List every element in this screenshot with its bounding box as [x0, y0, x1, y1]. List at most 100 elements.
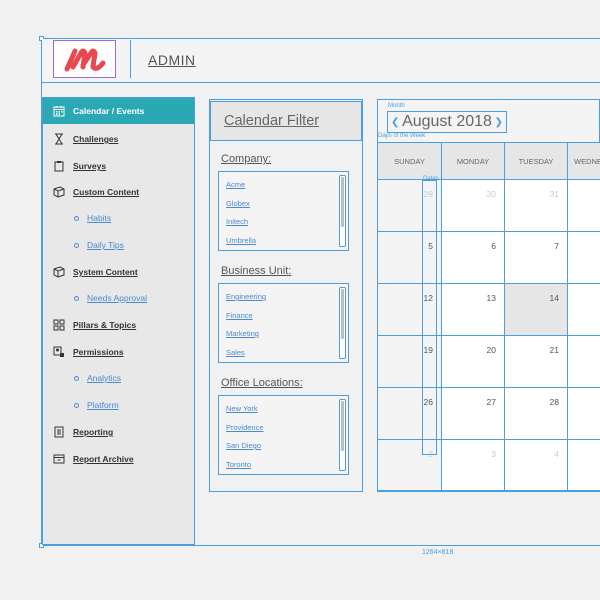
calendar-day-number: 20	[486, 345, 496, 355]
days-of-week-annotation: Days of the Week	[378, 133, 426, 139]
office-locations-heading: Office Locations:	[221, 377, 303, 389]
scrollbar-thumb[interactable]	[341, 401, 344, 451]
calendar-day-cell[interactable]	[568, 232, 600, 284]
sidebar-subitem-label: Analytics	[87, 373, 122, 383]
calendar-day-number: 19	[423, 345, 433, 355]
company-scrollbar[interactable]	[339, 175, 346, 247]
header-divider	[130, 40, 131, 78]
calendar-day-cell[interactable]: 13	[442, 284, 505, 336]
dates-annotation: Dates	[423, 176, 439, 182]
sidebar-item-challenges[interactable]: Challenges	[43, 126, 194, 152]
office-location-option[interactable]: Toronto	[226, 460, 251, 469]
day-header-tuesday: TUESDAY	[505, 143, 568, 180]
calendar-day-number: 27	[486, 397, 496, 407]
office-location-option[interactable]: New York	[226, 404, 258, 413]
office-locations-scrollbar[interactable]	[339, 399, 346, 471]
calendar-day-cell[interactable]: 4	[505, 440, 568, 491]
sidebar-item-calendar-events[interactable]: Calendar / Events	[43, 98, 194, 124]
sidebar-item-reporting[interactable]: Reporting	[43, 419, 194, 445]
admin-link[interactable]: ADMIN	[148, 52, 196, 68]
company-heading: Company:	[221, 153, 272, 165]
document-icon	[53, 426, 65, 438]
business-unit-scrollbar[interactable]	[339, 287, 346, 359]
calendar-day-cell[interactable]: 29	[378, 180, 442, 232]
sidebar-subitem-label: Needs Approval	[87, 293, 148, 303]
business-unit-option[interactable]: Marketing	[226, 329, 259, 338]
sidebar-item-label: Reporting	[73, 427, 114, 437]
grid-icon	[53, 319, 65, 331]
chevron-left-icon[interactable]: ❮	[391, 117, 399, 128]
bullet-icon	[74, 375, 79, 381]
chevron-right-icon[interactable]: ❯	[495, 117, 503, 128]
sidebar-subitem-needs-approval[interactable]: Needs Approval	[43, 288, 194, 308]
calendar-day-cell[interactable]: 26	[378, 388, 442, 440]
calendar-day-cell[interactable]: 5	[378, 232, 442, 284]
calendar-day-number: 4	[554, 449, 559, 459]
calendar-day-cell[interactable]	[568, 284, 600, 336]
calendar-day-cell[interactable]	[568, 180, 600, 232]
sidebar-subitem-habits[interactable]: Habits	[43, 208, 194, 228]
sidebar-item-custom-content[interactable]: Custom Content	[43, 179, 194, 205]
day-header-wednesday: WEDNESDAY	[574, 157, 600, 166]
calendar-day-cell[interactable]	[568, 388, 600, 440]
business-unit-option[interactable]: Engineering	[226, 292, 266, 301]
calendar-day-cell[interactable]	[568, 336, 600, 388]
calendar-day-cell[interactable]: 6	[442, 232, 505, 284]
sidebar-item-label: Permissions	[73, 347, 124, 357]
cube-icon	[53, 186, 65, 198]
business-unit-option[interactable]: Finance	[226, 311, 253, 320]
calendar-day-cell[interactable]: 20	[442, 336, 505, 388]
scrollbar-thumb[interactable]	[341, 289, 344, 339]
company-listbox[interactable]: Acme Globex Initech Umbrella	[218, 171, 349, 251]
calendar-icon	[53, 105, 65, 117]
office-location-option[interactable]: San Diego	[226, 441, 261, 450]
bullet-icon	[74, 242, 79, 248]
calendar-day-cell[interactable]: 27	[442, 388, 505, 440]
scrollbar-thumb[interactable]	[341, 177, 344, 227]
calendar-day-number: 5	[428, 241, 433, 251]
sidebar-item-system-content[interactable]: System Content	[43, 259, 194, 285]
bullet-icon	[74, 402, 79, 408]
sidebar-item-label: Report Archive	[73, 454, 134, 464]
brand-logo[interactable]	[53, 40, 116, 78]
office-locations-listbox[interactable]: New York Providence San Diego Toronto	[218, 395, 349, 475]
days-of-week-header: SUNDAY MONDAY TUESDAY WEDNESDAY	[378, 142, 600, 180]
sidebar-item-label: Pillars & Topics	[73, 320, 137, 330]
sidebar-item-label: Challenges	[73, 134, 119, 144]
sidebar-subitem-analytics[interactable]: Analytics	[43, 368, 194, 388]
calendar-day-number: 12	[423, 293, 433, 303]
calendar-day-number: 3	[491, 449, 496, 459]
sidebar-item-label: System Content	[73, 267, 138, 277]
calendar-day-cell[interactable]: 14	[505, 284, 568, 336]
company-option[interactable]: Globex	[226, 199, 250, 208]
company-option[interactable]: Initech	[226, 217, 248, 226]
calendar-day-cell[interactable]: 30	[442, 180, 505, 232]
office-location-option[interactable]: Providence	[226, 423, 264, 432]
business-unit-heading: Business Unit:	[221, 265, 292, 277]
calendar-day-cell[interactable]: 7	[505, 232, 568, 284]
calendar-day-number: 31	[549, 189, 559, 199]
business-unit-listbox[interactable]: Engineering Finance Marketing Sales	[218, 283, 349, 363]
sidebar-item-report-archive[interactable]: Report Archive	[43, 446, 194, 472]
sidebar-item-surveys[interactable]: Surveys	[43, 153, 194, 179]
sidebar-subitem-platform[interactable]: Platform	[43, 395, 194, 415]
sidebar-nav: Calendar / Events Challenges Surveys Cus…	[42, 97, 195, 545]
sidebar-item-pillars-topics[interactable]: Pillars & Topics	[43, 312, 194, 338]
calendar-day-cell[interactable]: 19	[378, 336, 442, 388]
business-unit-option[interactable]: Sales	[226, 348, 245, 357]
calendar-day-cell[interactable]: 12	[378, 284, 442, 336]
calendar-day-cell[interactable]: 3	[442, 440, 505, 491]
company-option[interactable]: Acme	[226, 180, 245, 189]
header	[42, 39, 600, 83]
calendar-day-cell[interactable]: 31	[505, 180, 568, 232]
archive-icon	[53, 453, 65, 465]
sidebar-subitem-daily-tips[interactable]: Daily Tips	[43, 235, 194, 255]
sidebar-subitem-label: Daily Tips	[87, 240, 124, 250]
calendar-day-cell[interactable]: 2	[378, 440, 442, 491]
calendar-day-cell[interactable]: 28	[505, 388, 568, 440]
company-option[interactable]: Umbrella	[226, 236, 256, 245]
sidebar-item-permissions[interactable]: Permissions	[43, 339, 194, 365]
calendar-day-cell[interactable]: 21	[505, 336, 568, 388]
calendar-day-cell[interactable]	[568, 440, 600, 491]
sidebar-subitem-label: Habits	[87, 213, 112, 223]
